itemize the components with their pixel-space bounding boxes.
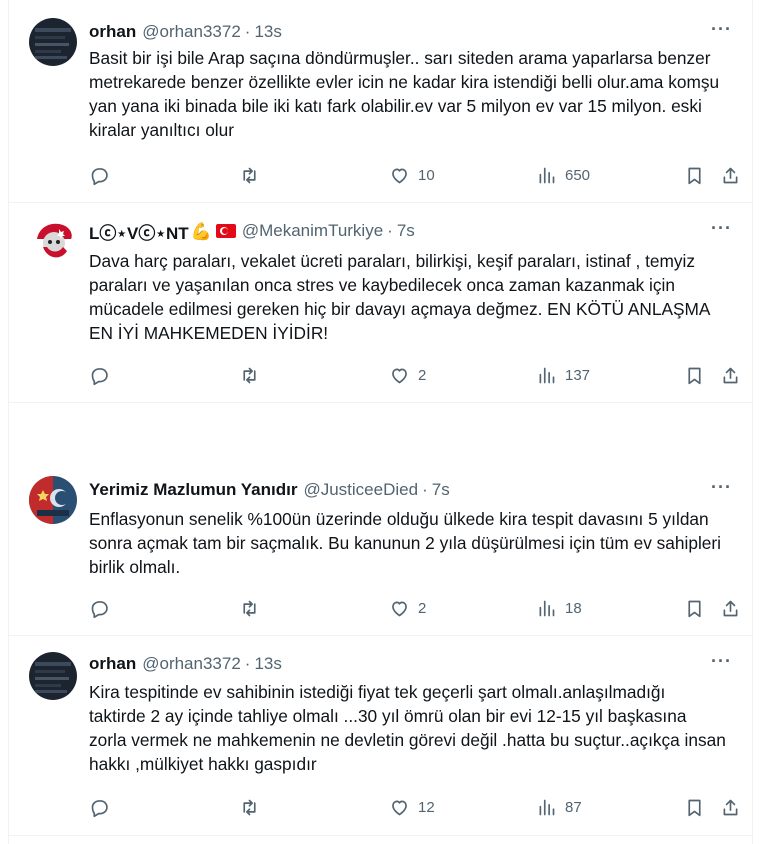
view-count: 18: [565, 599, 582, 617]
reply-icon: [91, 167, 108, 185]
like-button[interactable]: 12: [389, 795, 435, 819]
bookmark-button[interactable]: [684, 596, 705, 620]
avatar[interactable]: [29, 652, 77, 700]
reply-icon: [91, 367, 108, 385]
author-handle[interactable]: @orhan3372: [142, 22, 241, 42]
action-bar: 2 18: [89, 596, 738, 620]
share-button[interactable]: [720, 596, 741, 620]
bookmark-button[interactable]: [684, 795, 705, 819]
separator-dot: ·: [244, 22, 251, 41]
reply-button[interactable]: [89, 795, 118, 819]
bookmark-icon: [688, 600, 701, 617]
tweet-header: orhan @orhan3372 · 13s ···: [89, 19, 732, 43]
author-handle[interactable]: @MekanimTurkiye: [242, 221, 383, 241]
timestamp[interactable]: 13s: [254, 654, 281, 674]
views-button[interactable]: 87: [536, 795, 582, 819]
bookmark-icon: [688, 167, 701, 184]
tweet[interactable]: Lⓒ⋆Vⓒ⋆NT 💪 @MekanimTurkiye · 7s ··· Dava…: [9, 203, 752, 403]
avatar[interactable]: [29, 476, 77, 524]
tweet-text: Enflasyonun senelik %100ün üzerinde oldu…: [89, 509, 721, 577]
view-count: 650: [565, 166, 591, 184]
turkish-flag-icon: [215, 224, 236, 238]
reply-button[interactable]: [89, 363, 118, 387]
tweet-header: Lⓒ⋆Vⓒ⋆NT 💪 @MekanimTurkiye · 7s ···: [89, 218, 732, 244]
heart-icon: [392, 601, 407, 616]
author-handle[interactable]: @orhan3372: [142, 654, 241, 674]
author-name[interactable]: orhan: [89, 22, 136, 42]
views-button[interactable]: 650: [536, 163, 590, 187]
share-icon: [723, 367, 738, 383]
tweet[interactable]: Yerimiz Mazlumun Yanıdır @JusticeeDied ·…: [9, 403, 752, 636]
repost-icon: [243, 600, 256, 616]
action-bar: 12 87: [89, 795, 738, 819]
more-options-icon[interactable]: ···: [711, 477, 732, 498]
tweet-text: Kira tespitinde ev sahibinin istediği fi…: [89, 682, 726, 774]
share-icon: [723, 600, 738, 616]
bookmark-button[interactable]: [684, 363, 705, 387]
repost-button[interactable]: [239, 163, 268, 187]
view-count: 137: [565, 366, 591, 384]
like-button[interactable]: 10: [389, 163, 435, 187]
share-icon: [723, 167, 738, 183]
repost-button[interactable]: [239, 596, 268, 620]
analytics-icon: [539, 799, 555, 815]
bookmark-button[interactable]: [684, 163, 705, 187]
repost-button[interactable]: [239, 363, 268, 387]
author-name[interactable]: Lⓒ⋆Vⓒ⋆NT: [89, 219, 189, 244]
author-name[interactable]: orhan: [89, 654, 136, 674]
action-bar: 10 650: [89, 163, 738, 187]
heart-icon: [392, 368, 407, 383]
repost-icon: [243, 367, 256, 383]
reply-icon: [91, 600, 108, 618]
analytics-icon: [539, 367, 555, 383]
like-button[interactable]: 2: [389, 363, 426, 387]
avatar[interactable]: [29, 217, 77, 265]
views-button[interactable]: 18: [536, 596, 582, 620]
separator-dot: ·: [244, 654, 251, 673]
avatar[interactable]: [29, 18, 77, 66]
heart-icon: [392, 168, 407, 183]
reply-button[interactable]: [89, 163, 118, 187]
heart-icon: [392, 800, 407, 815]
tweet[interactable]: orhan @orhan3372 · 13s ··· Kira tespitin…: [9, 636, 752, 836]
share-icon: [723, 799, 738, 815]
like-button[interactable]: 2: [389, 596, 426, 620]
tweet-text: Dava harç paraları, vekalet ücreti paral…: [89, 251, 710, 343]
timestamp[interactable]: 7s: [432, 480, 450, 500]
views-button[interactable]: 137: [536, 363, 590, 387]
like-count: 10: [418, 166, 435, 184]
analytics-icon: [539, 167, 555, 183]
repost-icon: [243, 799, 256, 815]
analytics-icon: [539, 600, 555, 616]
separator-dot: ·: [387, 221, 393, 240]
like-count: 12: [418, 798, 435, 816]
tweet-header: Yerimiz Mazlumun Yanıdır @JusticeeDied ·…: [89, 477, 732, 501]
more-options-icon[interactable]: ···: [711, 218, 732, 239]
like-count: 2: [418, 366, 427, 384]
timestamp[interactable]: 13s: [254, 22, 281, 42]
author-handle[interactable]: @JusticeeDied: [303, 480, 418, 500]
tweet-header: orhan @orhan3372 · 13s ···: [89, 651, 732, 675]
bookmark-icon: [688, 799, 701, 816]
author-name[interactable]: Yerimiz Mazlumun Yanıdır: [89, 480, 297, 500]
share-button[interactable]: [720, 163, 741, 187]
like-count: 2: [418, 599, 427, 617]
share-button[interactable]: [720, 363, 741, 387]
separator-dot: ·: [422, 480, 428, 499]
bookmark-icon: [688, 367, 701, 384]
tweet[interactable]: orhan @orhan3372 · 13s ··· Basit bir işi…: [9, 0, 752, 203]
more-options-icon[interactable]: ···: [711, 19, 732, 40]
repost-button[interactable]: [239, 795, 268, 819]
more-options-icon[interactable]: ···: [711, 651, 732, 672]
tweet-text: Basit bir işi bile Arap saçına döndürmuş…: [89, 48, 720, 140]
timestamp[interactable]: 7s: [397, 221, 415, 241]
share-button[interactable]: [720, 795, 741, 819]
reply-icon: [91, 799, 108, 817]
reply-button[interactable]: [89, 596, 118, 620]
action-bar: 2 137: [89, 363, 738, 387]
view-count: 87: [565, 798, 582, 816]
tweet-feed: orhan @orhan3372 · 13s ··· Basit bir işi…: [8, 0, 753, 844]
flexed-biceps-icon: 💪: [190, 221, 212, 241]
repost-icon: [243, 167, 256, 183]
